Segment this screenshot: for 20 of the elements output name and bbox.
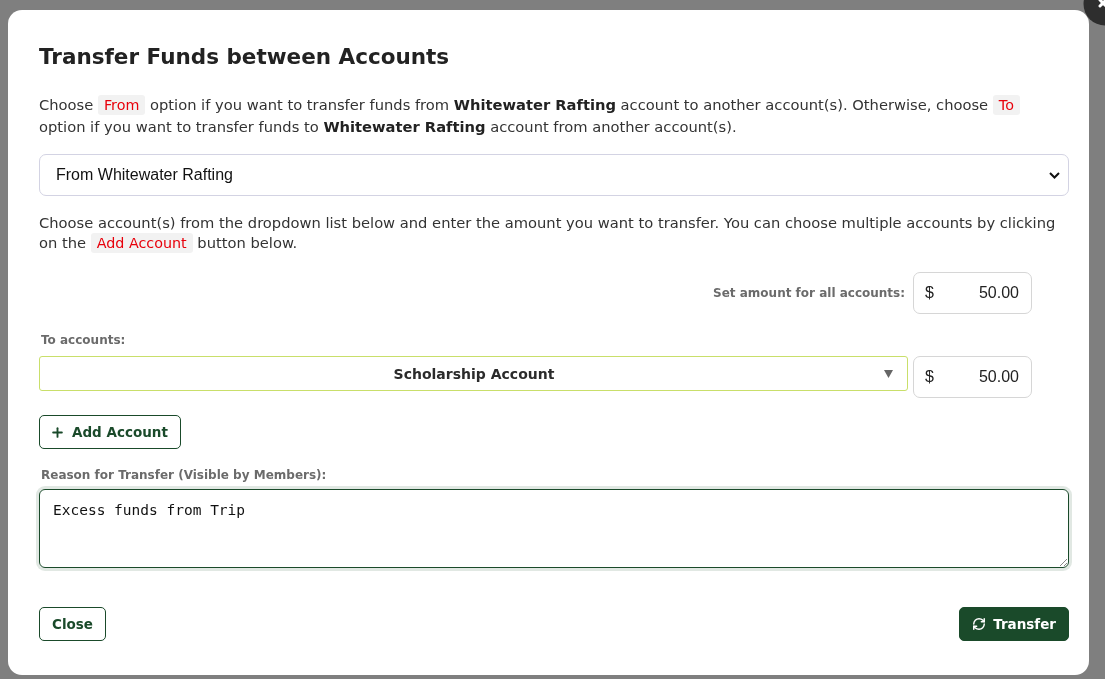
dialog-title: Transfer Funds between Accounts	[39, 43, 451, 71]
add-account-button[interactable]: Add Account	[39, 415, 181, 449]
amount-field[interactable]: $ 50.00	[913, 356, 1032, 398]
refresh-icon	[972, 617, 987, 631]
intro-text: Choose From option if you want to transfer funds from Whitewater Rafting account to another account(s). Otherwise, choose To option if you want to transfer funds to Whitewater Rafting account from another account(s).	[39, 94, 1031, 137]
resize-grip-icon[interactable]	[1059, 558, 1067, 566]
reason-label: Reason for Transfer (Visible by Members):	[41, 467, 327, 483]
plus-icon	[50, 424, 65, 440]
amount-field[interactable]: $ 50.00	[913, 272, 1032, 314]
set-all-label: Set amount for all accounts:	[713, 285, 905, 301]
chevron-down-icon	[1049, 171, 1060, 179]
close-icon[interactable]	[1083, 0, 1105, 26]
direction-select[interactable]: From Whitewater Rafting	[39, 154, 1069, 196]
triangle-down-icon	[884, 369, 893, 378]
instructions-text: Choose account(s) from the dropdown list below and enter the amount you want to transfer. You can choose multiple accounts by clicking on the Add Account button below.	[39, 213, 1057, 253]
close-button[interactable]: Close	[39, 607, 106, 641]
transfer-button[interactable]: Transfer	[959, 607, 1069, 641]
to-accounts-label: To accounts:	[41, 332, 126, 348]
reason-field[interactable]: Excess funds from Trip	[39, 489, 1069, 568]
account-select[interactable]: Scholarship Account	[39, 356, 908, 391]
